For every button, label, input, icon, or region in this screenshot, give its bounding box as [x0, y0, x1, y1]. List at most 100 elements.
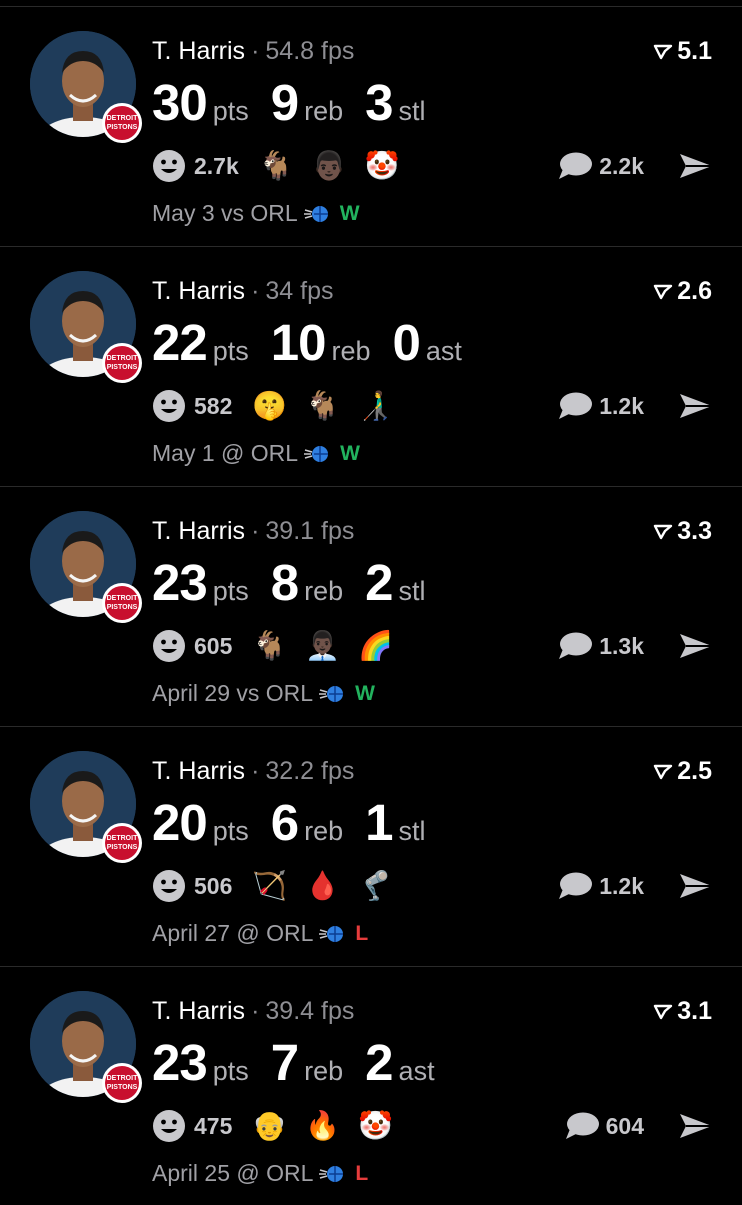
post-card[interactable]: DETROIT PISTONS T. Harris · 34 fps 2.6 22 p…	[0, 246, 742, 485]
game-date-opponent: April 29 vs ORL	[152, 680, 314, 706]
reaction-emoji[interactable]: 🐐	[259, 148, 294, 184]
team-badge-icon: DETROIT PISTONS	[102, 103, 142, 143]
game-info[interactable]: May 1 @ ORL W	[152, 440, 360, 467]
stat-value: 23	[152, 554, 208, 611]
reaction-emoji[interactable]: 🤡	[358, 1108, 393, 1144]
post-card[interactable]: DETROIT PISTONS T. Harris · 39.4 fps 3.1 2…	[0, 966, 742, 1205]
game-info[interactable]: April 29 vs ORL W	[152, 680, 375, 707]
player-name[interactable]: T. Harris	[152, 277, 245, 305]
stat-value: 8	[270, 554, 299, 611]
pistons-logo-icon: DETROIT PISTONS	[105, 346, 139, 380]
separator-dot: ·	[251, 757, 260, 785]
stat-value: 2	[365, 1034, 393, 1091]
reaction-emoji[interactable]: 👨‍🦯	[358, 388, 393, 424]
pistons-logo-icon: DETROIT PISTONS	[105, 826, 139, 860]
smiley-face-icon[interactable]	[152, 869, 186, 903]
stat-unit: pts	[212, 816, 249, 846]
game-date-opponent: April 25 @ ORL	[152, 1160, 314, 1186]
fps-value: 54.8 fps	[265, 37, 355, 65]
stat-unit: reb	[304, 96, 344, 126]
post-header: T. Harris · 32.2 fps	[152, 757, 354, 786]
reaction-count: 506	[194, 872, 233, 899]
rating: 5.1	[653, 37, 712, 66]
paper-plane-icon[interactable]	[678, 1110, 714, 1142]
player-name[interactable]: T. Harris	[152, 37, 245, 65]
reaction-emoji[interactable]: 🤫	[252, 388, 287, 424]
orlando-magic-logo-icon	[319, 685, 344, 702]
reaction-count: 2.7k	[194, 152, 239, 179]
stat-line: 22 pts 10 reb 0 ast	[152, 313, 484, 372]
post-header: T. Harris · 39.4 fps	[152, 997, 354, 1026]
reaction-emoji[interactable]: 🐐	[252, 628, 287, 664]
post-header: T. Harris · 39.1 fps	[152, 517, 354, 546]
rating-value: 3.3	[677, 517, 712, 545]
comment-count: 1.3k	[599, 632, 644, 659]
paper-plane-icon[interactable]	[678, 150, 714, 182]
paper-plane-icon[interactable]	[678, 870, 714, 902]
comment-count: 1.2k	[599, 872, 644, 899]
reaction-emoji[interactable]: 🦿	[358, 868, 393, 904]
game-info[interactable]: May 3 vs ORL W	[152, 200, 360, 227]
reaction-emoji[interactable]: 🌈	[358, 628, 393, 664]
reactions: 2.7k 🐐 👨🏿 🤡	[152, 148, 417, 184]
post-card[interactable]: DETROIT PISTONS T. Harris · 54.8 fps 5.1 3…	[0, 6, 742, 245]
smiley-face-icon[interactable]	[152, 629, 186, 663]
comment-count: 1.2k	[599, 392, 644, 419]
stat-unit: pts	[212, 96, 249, 126]
stat-value: 3	[365, 74, 393, 131]
reactions: 582 🤫 🐐 👨‍🦯	[152, 388, 411, 424]
post-card[interactable]: DETROIT PISTONS T. Harris · 39.1 fps 3.3 2…	[0, 486, 742, 725]
team-badge-icon: DETROIT PISTONS	[102, 343, 142, 383]
comments-button[interactable]: 1.2k	[557, 868, 644, 904]
reaction-emoji[interactable]: 🔥	[305, 1108, 340, 1144]
rating-value: 2.5	[677, 757, 712, 785]
paper-plane-icon[interactable]	[678, 630, 714, 662]
rating-value: 5.1	[677, 37, 712, 65]
stat-value: 20	[152, 794, 208, 851]
player-name[interactable]: T. Harris	[152, 517, 245, 545]
rating: 3.3	[653, 517, 712, 546]
stat-unit: pts	[212, 576, 249, 606]
smiley-face-icon[interactable]	[152, 389, 186, 423]
game-info[interactable]: April 27 @ ORL L	[152, 920, 368, 947]
game-result: W	[355, 681, 375, 705]
speech-bubble-icon	[559, 152, 593, 179]
comment-count: 2.2k	[599, 152, 644, 179]
reaction-count: 605	[194, 632, 233, 659]
reaction-emoji[interactable]: 🤡	[365, 148, 400, 184]
fps-value: 39.4 fps	[265, 997, 355, 1025]
smiley-face-icon[interactable]	[152, 149, 186, 183]
comments-button[interactable]: 1.2k	[557, 388, 644, 424]
game-result: L	[355, 921, 369, 945]
reaction-emoji[interactable]: 👨🏿	[312, 148, 347, 184]
stat-unit: stl	[398, 96, 426, 126]
reaction-emoji[interactable]: 🐐	[305, 388, 340, 424]
post-header: T. Harris · 34 fps	[152, 277, 334, 306]
paper-plane-icon[interactable]	[678, 390, 714, 422]
reaction-emoji[interactable]: 🩸	[305, 868, 340, 904]
player-name[interactable]: T. Harris	[152, 757, 245, 785]
reaction-count: 475	[194, 1112, 233, 1139]
comments-button[interactable]: 1.3k	[557, 628, 644, 664]
stat-unit: reb	[331, 336, 371, 366]
reaction-emoji[interactable]: 👨🏿‍💼	[305, 628, 340, 664]
stat-value: 1	[365, 794, 393, 851]
comments-button[interactable]: 604	[564, 1108, 644, 1144]
post-header: T. Harris · 54.8 fps	[152, 37, 354, 66]
comments-button[interactable]: 2.2k	[557, 148, 644, 184]
speech-bubble-icon	[565, 1112, 599, 1139]
reaction-emoji[interactable]: 👴	[252, 1108, 287, 1144]
team-badge-icon: DETROIT PISTONS	[102, 583, 142, 623]
game-result: L	[355, 1161, 369, 1185]
rating: 2.5	[653, 757, 712, 786]
smiley-face-icon[interactable]	[152, 1109, 186, 1143]
post-card[interactable]: DETROIT PISTONS T. Harris · 32.2 fps 2.5 2…	[0, 726, 742, 965]
separator-dot: ·	[251, 517, 260, 545]
reactions: 605 🐐 👨🏿‍💼 🌈	[152, 628, 411, 664]
game-info[interactable]: April 25 @ ORL L	[152, 1160, 368, 1187]
rating-value: 3.1	[677, 997, 712, 1025]
reaction-emoji[interactable]: 🏹	[252, 868, 287, 904]
player-name[interactable]: T. Harris	[152, 997, 245, 1025]
stat-value: 30	[152, 74, 208, 131]
rating: 3.1	[653, 997, 712, 1026]
